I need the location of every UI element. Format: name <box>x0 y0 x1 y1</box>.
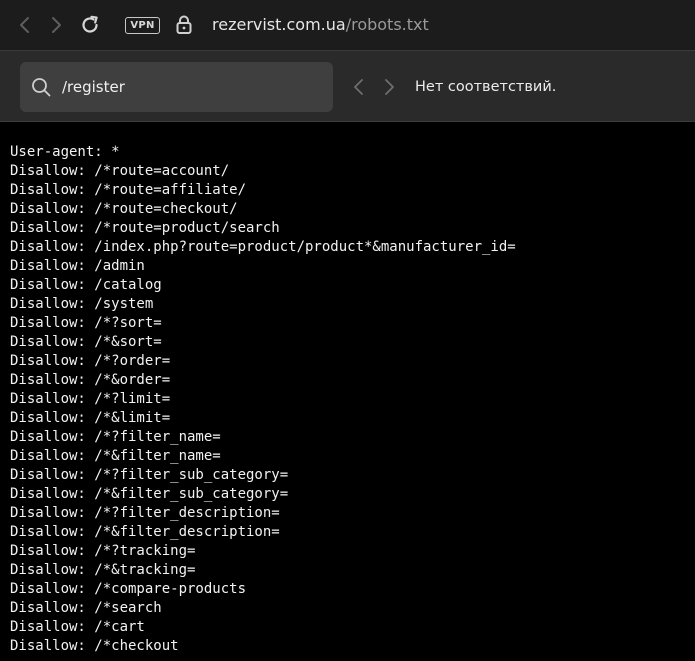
find-query: /register <box>62 78 125 96</box>
text-line: Disallow: /admin <box>10 258 145 274</box>
url-domain: rezervist.com.ua <box>212 15 346 34</box>
text-line: Disallow: /*?order= <box>10 353 171 369</box>
find-next-button[interactable] <box>380 76 398 98</box>
address-bar[interactable]: rezervist.com.ua/robots.txt <box>212 14 429 36</box>
lock-icon[interactable] <box>175 14 193 36</box>
chevron-right-icon <box>52 17 61 33</box>
text-line: Disallow: /*cart <box>10 619 145 635</box>
text-line: Disallow: /*?tracking= <box>10 543 196 559</box>
text-line: Disallow: /*route=affiliate/ <box>10 182 247 198</box>
robots-txt-content: User-agent: * Disallow: /*route=account/… <box>10 143 690 661</box>
text-line: Disallow: /*&tracking= <box>10 562 196 578</box>
text-line: Disallow: /*&sort= <box>10 334 162 350</box>
find-previous-button[interactable] <box>350 76 368 98</box>
text-line: User-agent: * <box>10 144 120 160</box>
text-line: Disallow: /catalog <box>10 277 162 293</box>
text-line: Disallow: /*&filter_sub_category= <box>10 486 289 502</box>
search-icon <box>32 78 51 97</box>
chevron-right-icon <box>385 79 394 95</box>
text-line: Disallow: /*?sort= <box>10 315 162 331</box>
text-line: Disallow: /*route=product/search <box>10 220 280 236</box>
url-path: /robots.txt <box>345 15 429 34</box>
reload-icon <box>82 15 98 33</box>
text-line: Disallow: /*?filter_sub_category= <box>10 467 289 483</box>
text-line: Disallow: /*checkout <box>10 638 179 654</box>
back-button[interactable] <box>14 14 36 36</box>
reload-button[interactable] <box>79 14 101 36</box>
text-line: Disallow: /*?filter_name= <box>10 429 221 445</box>
text-line: Disallow: /*&order= <box>10 372 171 388</box>
forward-button[interactable] <box>45 14 67 36</box>
text-line: Disallow: /system <box>10 296 154 312</box>
text-line: Disallow: /*search <box>10 600 162 616</box>
text-line: Disallow: /*route=account/ <box>10 163 230 179</box>
text-line: Disallow: /*&filter_description= <box>10 524 280 540</box>
find-status: Нет соответствий. <box>415 79 557 95</box>
chevron-left-icon <box>20 17 29 33</box>
text-line: Disallow: /index.php?route=product/produ… <box>10 239 516 255</box>
text-line: Disallow: /*&filter_name= <box>10 448 221 464</box>
chevron-left-icon <box>354 79 363 95</box>
text-line: Disallow: /*?limit= <box>10 391 171 407</box>
text-line: Disallow: /*route=checkout/ <box>10 201 238 217</box>
text-line: Disallow: /*?filter_description= <box>10 505 280 521</box>
browser-toolbar: VPN rezervist.com.ua/robots.txt <box>0 0 695 50</box>
text-line: Disallow: /*compare-products <box>10 581 247 597</box>
find-in-page-bar: /register Нет соответствий. <box>0 50 695 122</box>
vpn-badge[interactable]: VPN <box>125 17 160 34</box>
find-input[interactable]: /register <box>20 62 333 112</box>
text-line: Disallow: /*&limit= <box>10 410 171 426</box>
